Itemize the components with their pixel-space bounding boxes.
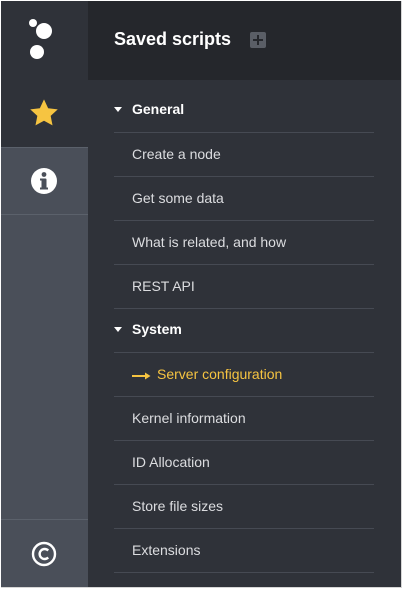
script-item[interactable]: Kernel information bbox=[114, 397, 374, 441]
sidebar bbox=[1, 1, 88, 587]
script-label: Store file sizes bbox=[132, 498, 224, 514]
panel-header: Saved scripts bbox=[88, 1, 401, 80]
script-item[interactable]: What is related, and how bbox=[114, 221, 374, 265]
arrow-right-icon bbox=[132, 372, 151, 380]
script-item-active[interactable]: Server configuration bbox=[114, 353, 374, 397]
script-item[interactable]: REST API bbox=[114, 265, 374, 309]
saved-scripts-panel: Saved scripts General Create a node Get … bbox=[88, 1, 401, 587]
logo[interactable] bbox=[1, 1, 88, 80]
script-item[interactable]: ID Allocation bbox=[114, 441, 374, 485]
script-label: Kernel information bbox=[132, 410, 246, 426]
browser-app: Saved scripts General Create a node Get … bbox=[1, 1, 402, 588]
copyright-icon bbox=[31, 541, 57, 567]
folder-system[interactable]: System bbox=[114, 309, 374, 353]
script-item[interactable]: Get some data bbox=[114, 177, 374, 221]
caret-down-icon bbox=[114, 327, 122, 332]
caret-down-icon bbox=[114, 107, 122, 112]
sidebar-item-favorites[interactable] bbox=[1, 80, 88, 147]
script-item[interactable]: Create a node bbox=[114, 133, 374, 177]
star-icon bbox=[30, 99, 58, 126]
info-icon bbox=[31, 168, 57, 194]
script-item[interactable]: Extensions bbox=[114, 529, 374, 573]
script-label: Server configuration bbox=[157, 366, 283, 382]
script-item[interactable]: Store file sizes bbox=[114, 485, 374, 529]
script-label: Get some data bbox=[132, 190, 224, 206]
folder-label: General bbox=[132, 101, 185, 117]
sidebar-item-about[interactable] bbox=[1, 519, 88, 587]
script-label: Extensions bbox=[132, 542, 201, 558]
folder-label: System bbox=[132, 321, 182, 337]
script-label: What is related, and how bbox=[132, 234, 287, 250]
script-label: REST API bbox=[132, 278, 195, 294]
sidebar-item-info[interactable] bbox=[1, 147, 88, 215]
script-label: Create a node bbox=[132, 146, 221, 162]
panel-title: Saved scripts bbox=[114, 29, 232, 49]
script-label: ID Allocation bbox=[132, 454, 210, 470]
logo-icon bbox=[29, 19, 52, 59]
add-folder-icon[interactable] bbox=[250, 32, 266, 48]
folder-general[interactable]: General bbox=[114, 89, 374, 133]
